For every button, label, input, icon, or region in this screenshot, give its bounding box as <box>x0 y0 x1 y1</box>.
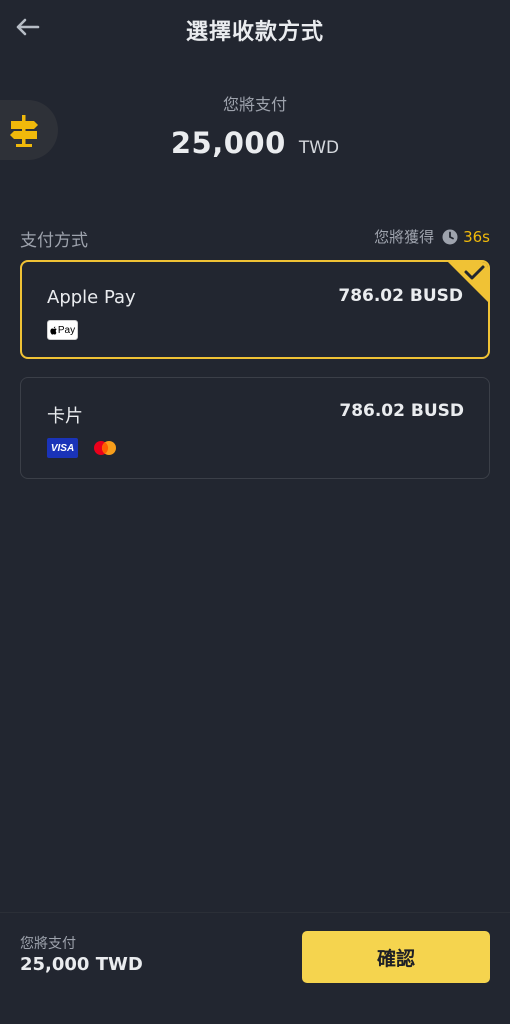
apple-pay-badge-text: Pay <box>57 324 76 336</box>
footer-pay-label: 您將支付 <box>20 936 76 952</box>
countdown: 36s <box>463 227 490 246</box>
apple-pay-badge: Pay <box>47 320 78 340</box>
option-name: 卡片 <box>47 406 83 427</box>
payment-option-card[interactable]: 卡片 786.02 BUSD VISA <box>20 377 490 479</box>
payment-option-apple-pay[interactable]: Apple Pay 786.02 BUSD Pay <box>20 260 490 359</box>
receive-timer: 您將獲得 36s <box>374 226 490 247</box>
visa-badge: VISA <box>47 438 78 458</box>
option-name: Apple Pay <box>47 287 136 308</box>
header: 選擇收款方式 <box>0 0 510 56</box>
confirm-button[interactable]: 確認 <box>302 931 490 983</box>
mastercard-icon <box>94 441 116 455</box>
page-title: 選擇收款方式 <box>185 20 324 45</box>
option-amount: 786.02 BUSD <box>339 401 464 421</box>
receive-label: 您將獲得 <box>374 228 435 246</box>
amount-display: 25,000 TWD <box>0 126 510 160</box>
section-title: 支付方式 <box>20 231 88 251</box>
clock-icon <box>442 229 458 245</box>
selected-check-icon <box>448 262 488 302</box>
amount-currency: TWD <box>298 138 340 158</box>
apple-logo-icon <box>50 326 57 335</box>
amount-value: 25,000 <box>170 126 286 160</box>
option-amount: 786.02 BUSD <box>338 286 463 306</box>
footer: 您將支付 25,000 TWD 確認 <box>0 912 510 1024</box>
footer-total: 25,000 TWD <box>20 954 143 975</box>
pay-label: 您將支付 <box>222 95 287 114</box>
payment-method-page: 選擇收款方式 您將支付 25,000 TWD 支付方式 您將獲得 36s App… <box>0 0 510 1024</box>
